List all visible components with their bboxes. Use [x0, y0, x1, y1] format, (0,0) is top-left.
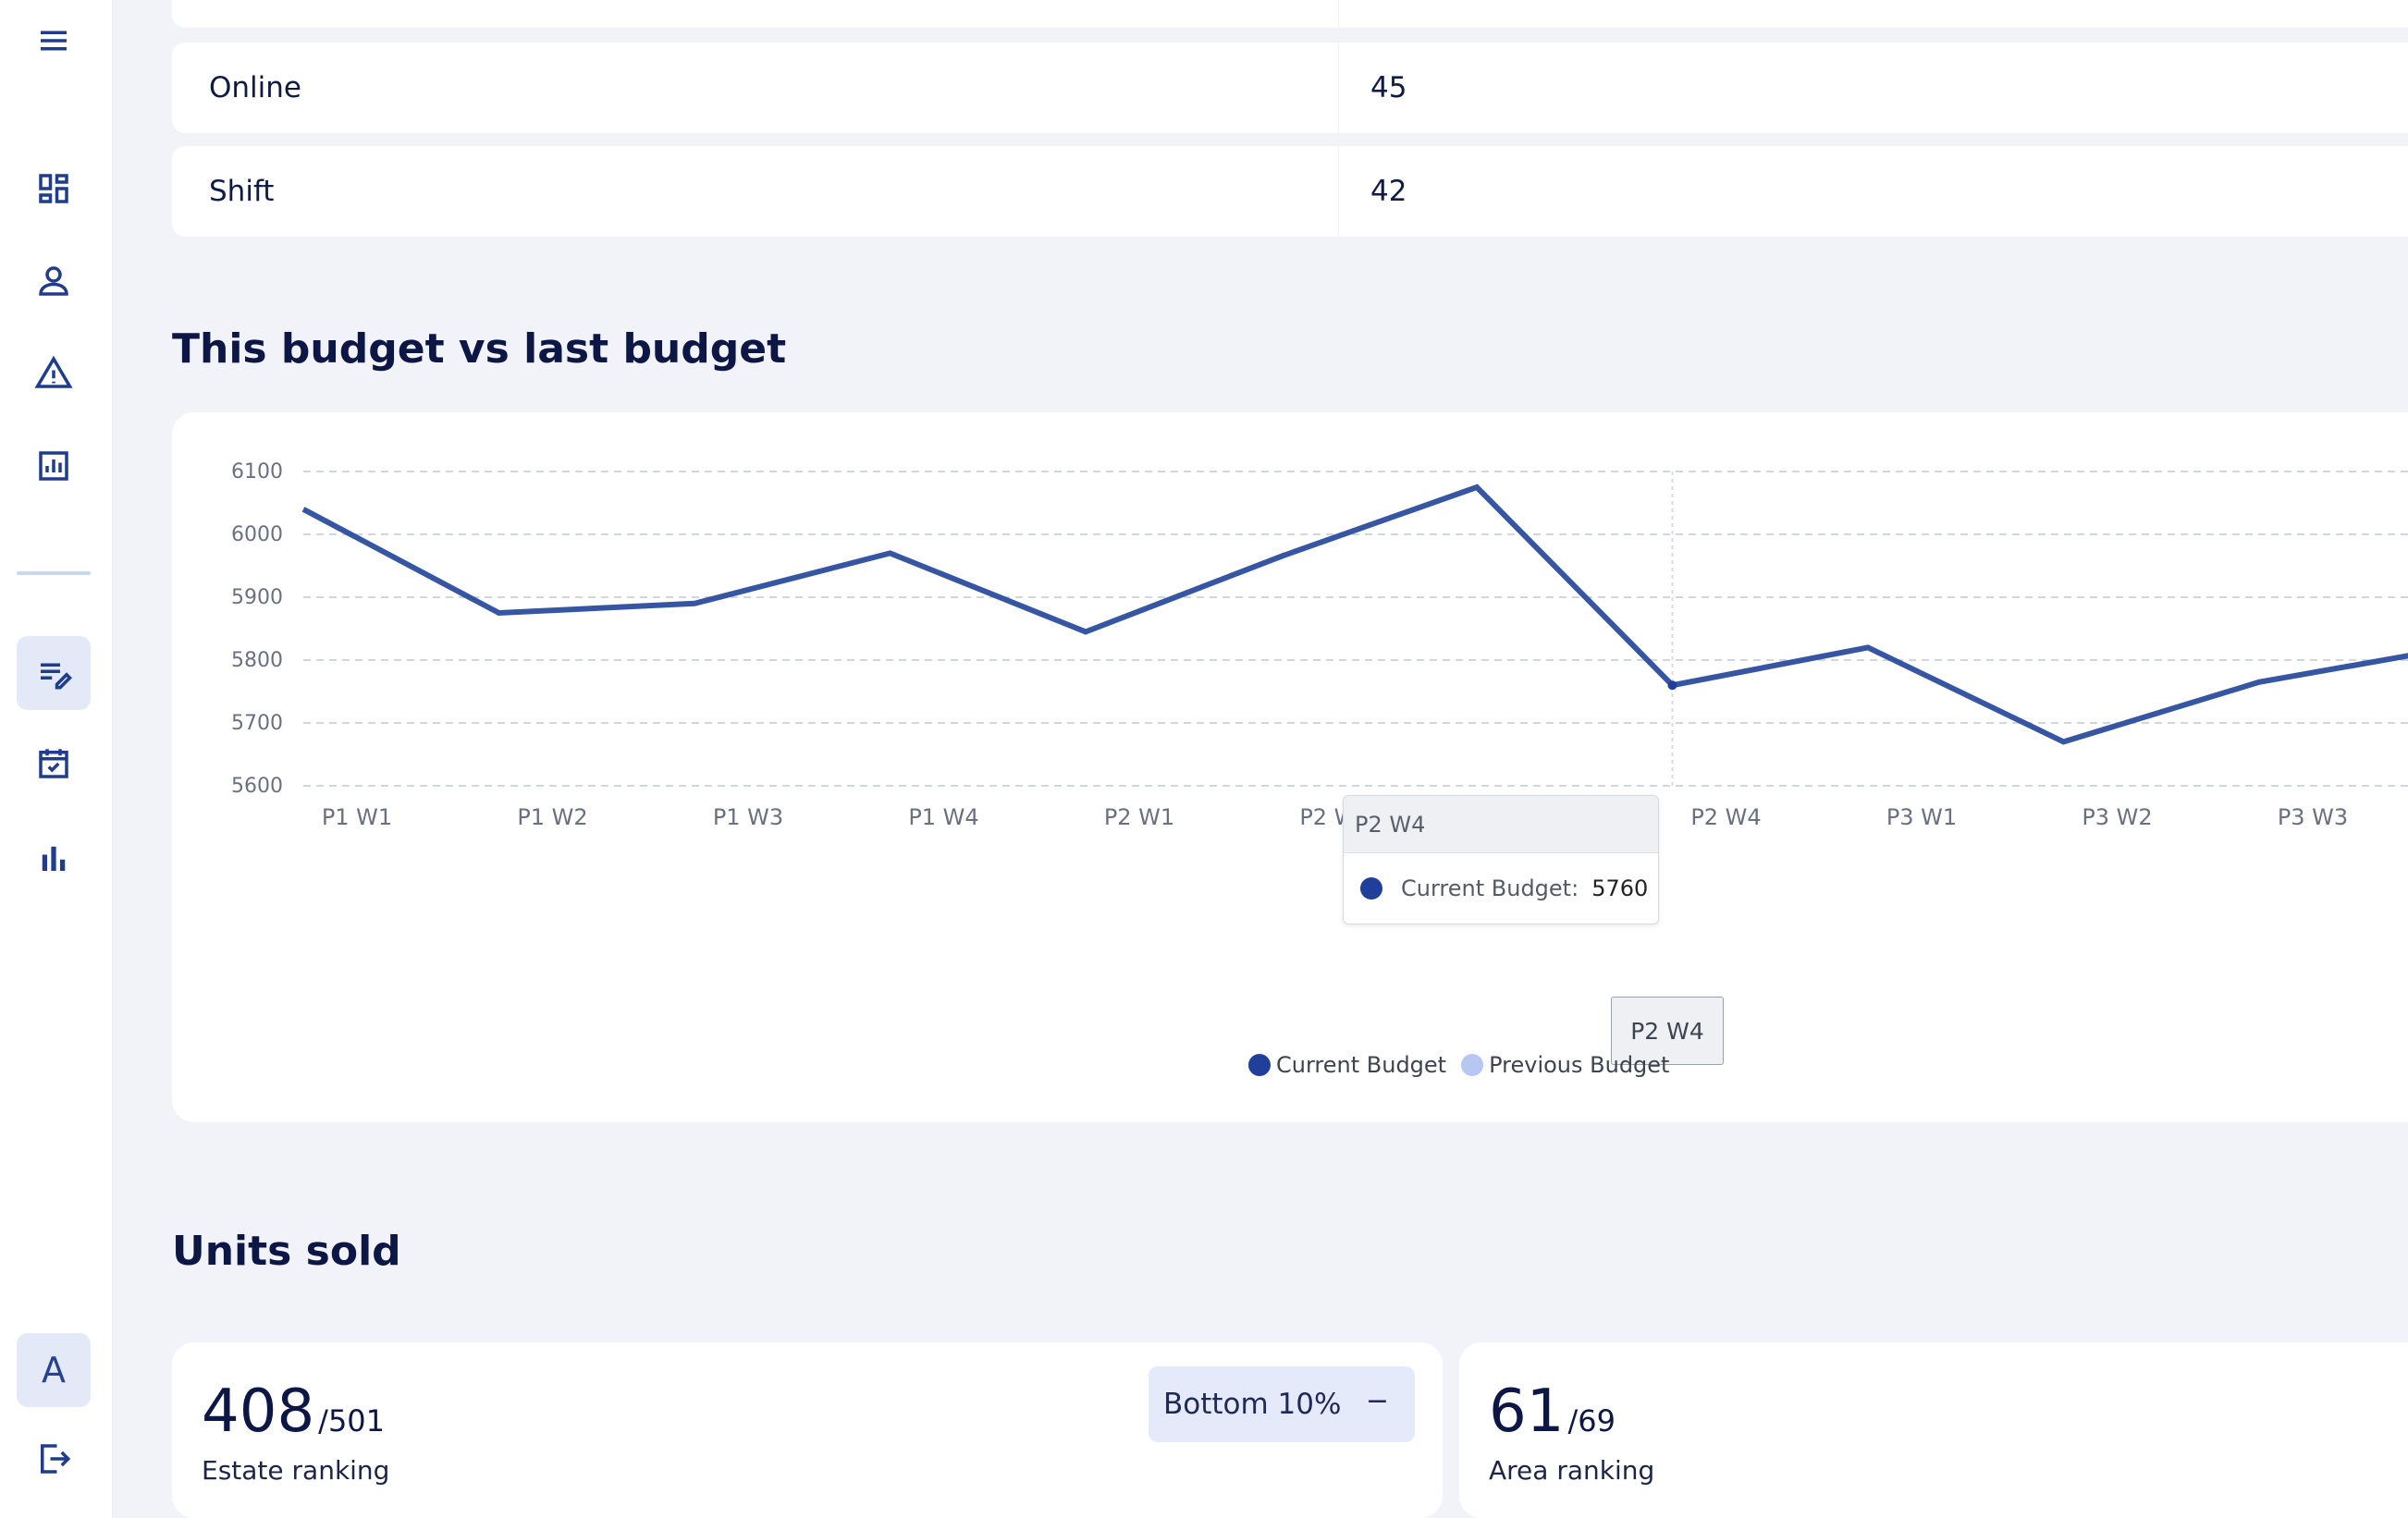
- area-ranking-card: 61/69 Area ranking: [1459, 1342, 2408, 1518]
- x-tick-label: P1 W1: [322, 804, 392, 830]
- bar-chart-icon[interactable]: [17, 821, 91, 895]
- legend-label: Previous Budget: [1489, 1052, 1670, 1078]
- row-value: 42: [1370, 175, 1407, 208]
- table-row-partial: [172, 0, 2408, 28]
- table-row: Online 45: [172, 43, 2408, 133]
- tooltip-series-dot: [1360, 877, 1382, 900]
- table-row: Shift 42: [172, 146, 2408, 237]
- tooltip-series-label: Current Budget:: [1401, 875, 1579, 901]
- dashboard-icon[interactable]: [17, 152, 91, 226]
- area-rank-label: Area ranking: [1489, 1455, 1655, 1486]
- avatar-initial: A: [42, 1350, 66, 1390]
- chart-legend: Current Budget Previous Budget: [1248, 1052, 1684, 1078]
- row-label: Online: [172, 43, 1339, 133]
- y-tick-label: 5800: [231, 649, 283, 672]
- row-label: Shift: [172, 146, 1339, 237]
- x-tick-label: P1 W2: [517, 804, 587, 830]
- estate-rank-value: 408/501: [202, 1377, 385, 1446]
- estate-ranking-card: 408/501 Estate ranking Bottom 10% −: [172, 1342, 1443, 1518]
- y-tick-label: 6000: [231, 523, 283, 546]
- report-chart-icon[interactable]: [17, 429, 91, 503]
- rank-total: /501: [318, 1403, 386, 1438]
- warning-icon[interactable]: [17, 337, 91, 410]
- logout-icon[interactable]: [17, 1422, 91, 1496]
- current-budget-series-line: [301, 484, 2408, 745]
- chart-tooltip: P2 W4 Current Budget: 5760: [1343, 795, 1659, 924]
- main-content: Online 45 Shift 42 This budget vs last b…: [172, 0, 2408, 1518]
- units-section-title: Units sold: [172, 1228, 401, 1275]
- y-tick-label: 5600: [231, 775, 283, 798]
- avatar[interactable]: A: [17, 1333, 91, 1407]
- estate-rank-label: Estate ranking: [202, 1455, 390, 1486]
- current-budget-point: [1667, 680, 1677, 691]
- x-tick-label: P1 W3: [713, 804, 783, 830]
- person-icon[interactable]: [17, 244, 91, 318]
- y-tick-label: 6100: [231, 460, 283, 484]
- y-tick-label: 5700: [231, 712, 283, 735]
- row-value: 45: [1370, 71, 1407, 104]
- minus-icon: −: [1365, 1385, 1389, 1417]
- edit-list-icon[interactable]: [17, 636, 91, 710]
- budget-chart-card: 6100 6000 5900 5800 5700 5600 P1 W1 P1 W2 P1 W3 P…: [172, 412, 2408, 1122]
- y-tick-label: 5900: [231, 586, 283, 609]
- x-tick-label: P3 W1: [1886, 804, 1957, 830]
- legend-swatch: [1461, 1054, 1484, 1076]
- tooltip-category: P2 W4: [1344, 796, 1658, 853]
- sidebar: A: [0, 0, 113, 1518]
- x-tick-label: P2 W4: [1690, 804, 1761, 830]
- menu-icon[interactable]: [17, 4, 91, 78]
- legend-label: Current Budget: [1276, 1052, 1447, 1078]
- legend-swatch: [1248, 1054, 1271, 1076]
- bottom-percentile-badge[interactable]: Bottom 10% −: [1149, 1366, 1415, 1442]
- rank-total: /69: [1567, 1403, 1616, 1438]
- rank-number: 408: [202, 1377, 315, 1446]
- legend-previous-budget[interactable]: Previous Budget: [1461, 1052, 1669, 1078]
- tooltip-value: 5760: [1591, 875, 1649, 901]
- calendar-check-icon[interactable]: [17, 727, 91, 801]
- x-tick-label: P3 W2: [2082, 804, 2152, 830]
- area-rank-value: 61/69: [1489, 1377, 1616, 1446]
- badge-label: Bottom 10%: [1163, 1388, 1342, 1421]
- x-tick-label: P3 W3: [2278, 804, 2348, 830]
- legend-current-budget[interactable]: Current Budget: [1248, 1052, 1446, 1078]
- sidebar-divider: [17, 571, 91, 575]
- x-tick-label: P1 W4: [908, 804, 978, 830]
- x-tick-label: P2 W1: [1104, 804, 1174, 830]
- budget-section-title: This budget vs last budget: [172, 325, 787, 373]
- budget-line-chart: 6100 6000 5900 5800 5700 5600 P1 W1 P1 W2 P1 W3 P…: [231, 460, 2408, 830]
- rank-number: 61: [1489, 1377, 1565, 1446]
